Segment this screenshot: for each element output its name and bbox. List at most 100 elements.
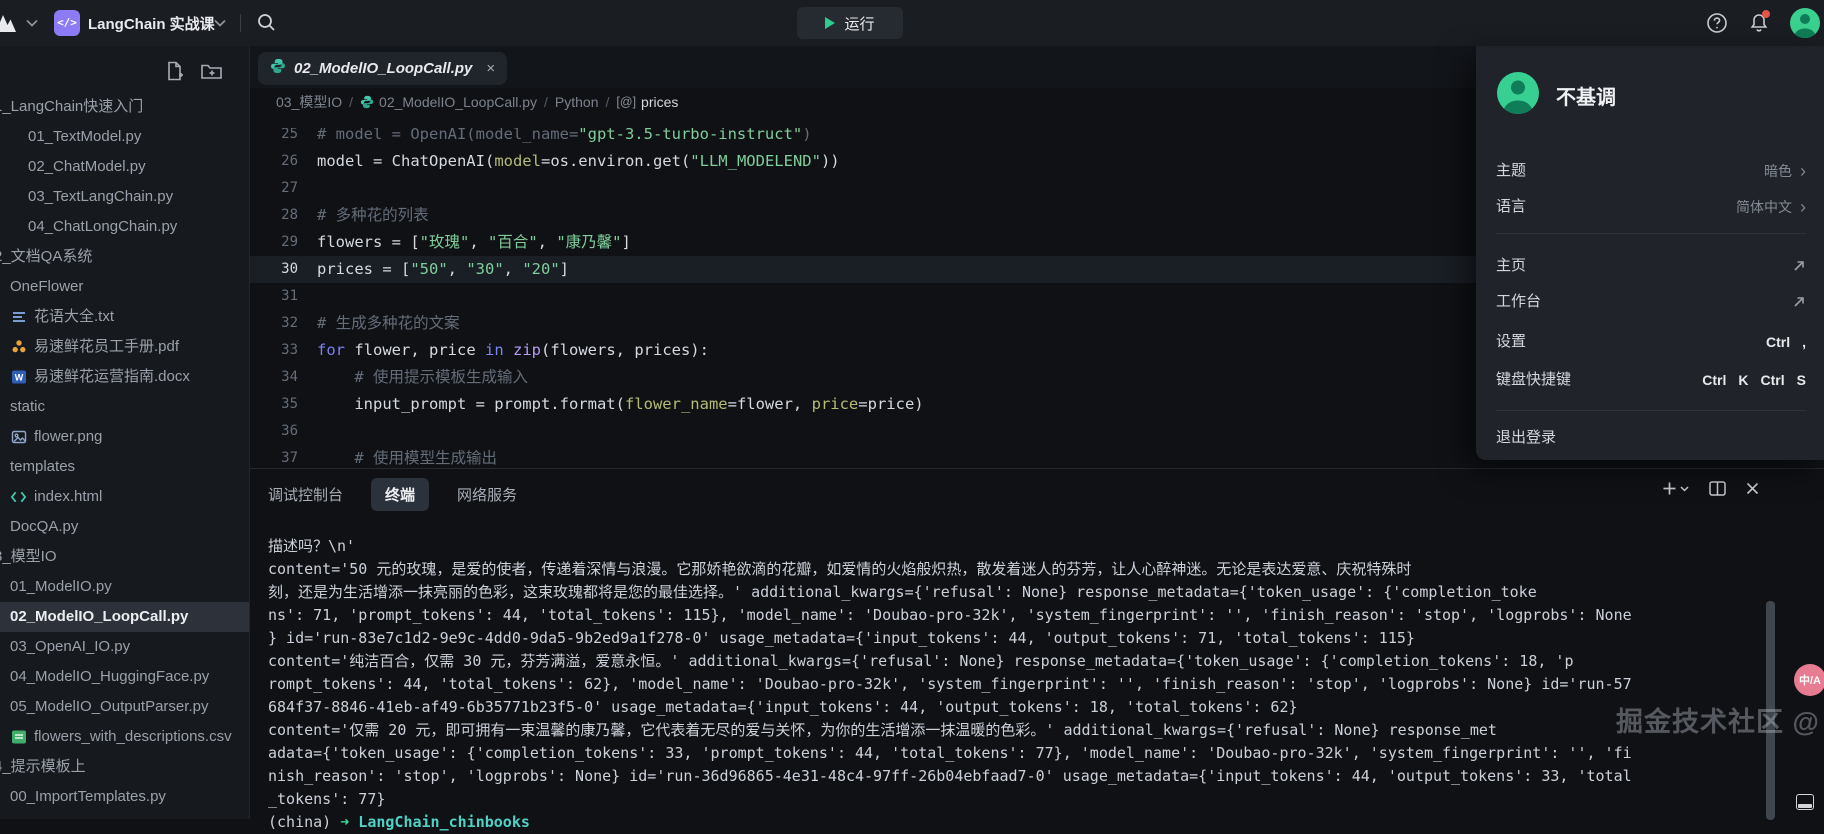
breadcrumb-item[interactable]: 02_ModelIO_LoopCall.py	[360, 94, 537, 110]
tree-file[interactable]: 01_TextModel.py	[0, 122, 250, 152]
tree-file[interactable]: DocQA.py	[0, 512, 250, 542]
code-token: model = ChatOpenAI(	[317, 152, 494, 170]
terminal-line: _tokens': 77}	[268, 788, 1668, 811]
menu-item[interactable]: 设置Ctrl,	[1496, 325, 1806, 359]
user-avatar[interactable]	[1790, 8, 1820, 38]
prompt-token: LangChain_chinbooks	[349, 813, 530, 831]
prompt-token: ➜	[340, 813, 349, 831]
terminal-line: content='仅需 20 元，即可拥有一束温馨的康乃馨，它代表着无尽的爱与关…	[268, 719, 1668, 742]
menu-item[interactable]: 工作台	[1496, 285, 1806, 319]
code-token: =flower,	[728, 395, 812, 413]
tree-file[interactable]: flowers_with_descriptions.csv	[0, 722, 250, 752]
play-icon	[825, 17, 835, 29]
workspace-switch-chevron-icon[interactable]	[26, 19, 38, 27]
menu-item[interactable]: 键盘快捷键CtrlKCtrlS	[1496, 363, 1806, 397]
pdf-icon	[10, 339, 27, 356]
toggle-panel-icon[interactable]	[1796, 794, 1814, 810]
terminal-line: rompt_tokens': 44, 'total_tokens': 62}, …	[268, 673, 1668, 696]
menu-item[interactable]: 主题暗色›	[1496, 154, 1806, 188]
tree-folder[interactable]: 2_文档QA系统	[0, 242, 250, 272]
search-icon[interactable]	[256, 12, 277, 33]
tree-file[interactable]: 02_ModelIO_LoopCall.py	[0, 602, 250, 632]
tree-file[interactable]: 03_TextLangChain.py	[0, 182, 250, 212]
tree-folder[interactable]: 1_LangChain快速入门	[0, 92, 250, 122]
tree-folder[interactable]: 4_提示模板上	[0, 752, 250, 782]
watermark: 掘金技术社区 @ 不基调	[1616, 700, 1824, 739]
code-token: flower, price	[345, 341, 485, 359]
user-menu-avatar	[1497, 72, 1539, 114]
code-token	[317, 368, 354, 386]
app-logo-icon[interactable]	[0, 11, 18, 40]
tree-file[interactable]: 00_ImportTemplates.py	[0, 782, 250, 812]
svg-text:W: W	[14, 373, 23, 383]
line-number: 27	[250, 175, 298, 202]
code-token: "gpt-3.5-turbo-instruct"	[578, 128, 802, 143]
new-file-icon[interactable]	[164, 60, 186, 82]
panel-tab[interactable]: 网络服务	[457, 484, 517, 505]
tree-item-label: 3_模型IO	[0, 542, 57, 572]
ime-badge[interactable]: 中/A	[1794, 664, 1824, 696]
menu-item-label: 退出登录	[1496, 421, 1806, 455]
tree-item-label: 04_ModelIO_HuggingFace.py	[10, 662, 209, 692]
tree-file[interactable]: 易速鲜花员工手册.pdf	[0, 332, 250, 362]
breadcrumb-item[interactable]: Python	[555, 94, 599, 110]
tree-file[interactable]: flower.png	[0, 422, 250, 452]
tree-item-label: templates	[10, 452, 75, 482]
python-icon	[270, 58, 286, 79]
line-number: 35	[250, 391, 298, 418]
code-line-content: input_prompt = prompt.format(flower_name…	[317, 391, 924, 418]
breadcrumb-item[interactable]: 03_模型IO	[276, 92, 342, 112]
code-token: # 使用模型生成输出	[354, 449, 497, 467]
tab-02-modelio-loopcall[interactable]: 02_ModelIO_LoopCall.py ×	[258, 52, 507, 85]
tree-file[interactable]: 03_OpenAI_IO.py	[0, 632, 250, 662]
menu-divider	[1496, 233, 1806, 234]
python-icon	[360, 95, 374, 109]
tree-item-label: 01_TextModel.py	[28, 122, 141, 152]
tree-folder[interactable]: static	[0, 392, 250, 422]
split-panel-icon[interactable]	[1709, 481, 1726, 496]
tree-item-label: 00_ImportTemplates.py	[10, 782, 166, 812]
project-dropdown-chevron-icon[interactable]	[214, 19, 226, 27]
tree-folder[interactable]: OneFlower	[0, 272, 250, 302]
tree-file[interactable]: 02_ChatModel.py	[0, 152, 250, 182]
menu-item[interactable]: 退出登录	[1496, 421, 1806, 455]
tree-file[interactable]: 05_ModelIO_OutputParser.py	[0, 692, 250, 722]
text-file-icon	[10, 309, 27, 326]
user-menu-popup: 不基调 主题暗色›语言简体中文› 主页 工作台 设置Ctrl, 键盘快捷键CtrlK…	[1476, 46, 1824, 460]
help-icon[interactable]	[1706, 12, 1728, 34]
tree-folder[interactable]: templates	[0, 452, 250, 482]
code-token: ,	[504, 260, 523, 278]
tree-file[interactable]: index.html	[0, 482, 250, 512]
run-button[interactable]: 运行	[797, 7, 903, 39]
code-line-content: model = ChatOpenAI(model=os.environ.get(…	[317, 148, 840, 175]
tree-file[interactable]: 04_ChatLongChain.py	[0, 212, 250, 242]
tab-close-icon[interactable]: ×	[486, 61, 495, 76]
new-folder-icon[interactable]	[200, 60, 224, 82]
tree-file[interactable]: W易速鲜花运营指南.docx	[0, 362, 250, 392]
image-icon	[10, 429, 27, 446]
tree-file[interactable]: 01_ModelIO.py	[0, 572, 250, 602]
panel-tab[interactable]: 调试控制台	[268, 484, 343, 505]
new-terminal-button[interactable]	[1662, 481, 1689, 496]
tree-item-label: 05_ModelIO_OutputParser.py	[10, 692, 208, 722]
menu-item[interactable]: 主页	[1496, 249, 1806, 283]
topbar-divider	[240, 14, 241, 32]
terminal-output[interactable]: 描述吗？\n'content='50 元的玫瑰，是爱的使者，传递着深情与浪漫。它…	[268, 535, 1668, 834]
terminal-line: 刻，还是为生活增添一抹亮丽的色彩，这束玫瑰都将是您的最佳选择。' additio…	[268, 581, 1668, 604]
code-token: flowers = [	[317, 233, 420, 251]
notification-dot	[1762, 10, 1770, 18]
menu-item[interactable]: 语言简体中文›	[1496, 190, 1806, 224]
code-line-content: flowers = ["玫瑰", "百合", "康乃馨"]	[317, 229, 631, 256]
breadcrumb-item[interactable]: [@]prices	[616, 94, 678, 110]
terminal-line: ns': 71, 'prompt_tokens': 44, 'total_tok…	[268, 604, 1668, 627]
line-number: 28	[250, 202, 298, 229]
tree-file[interactable]: 04_ModelIO_HuggingFace.py	[0, 662, 250, 692]
panel-tab[interactable]: 终端	[371, 478, 429, 511]
user-name: 不基调	[1556, 81, 1616, 110]
tree-file[interactable]: 花语大全.txt	[0, 302, 250, 332]
terminal-line: 描述吗？\n'	[268, 535, 1668, 558]
code-token: "20"	[522, 260, 559, 278]
tree-folder[interactable]: 3_模型IO	[0, 542, 250, 572]
close-panel-icon[interactable]	[1746, 482, 1759, 495]
tree-item-label: static	[10, 392, 45, 422]
